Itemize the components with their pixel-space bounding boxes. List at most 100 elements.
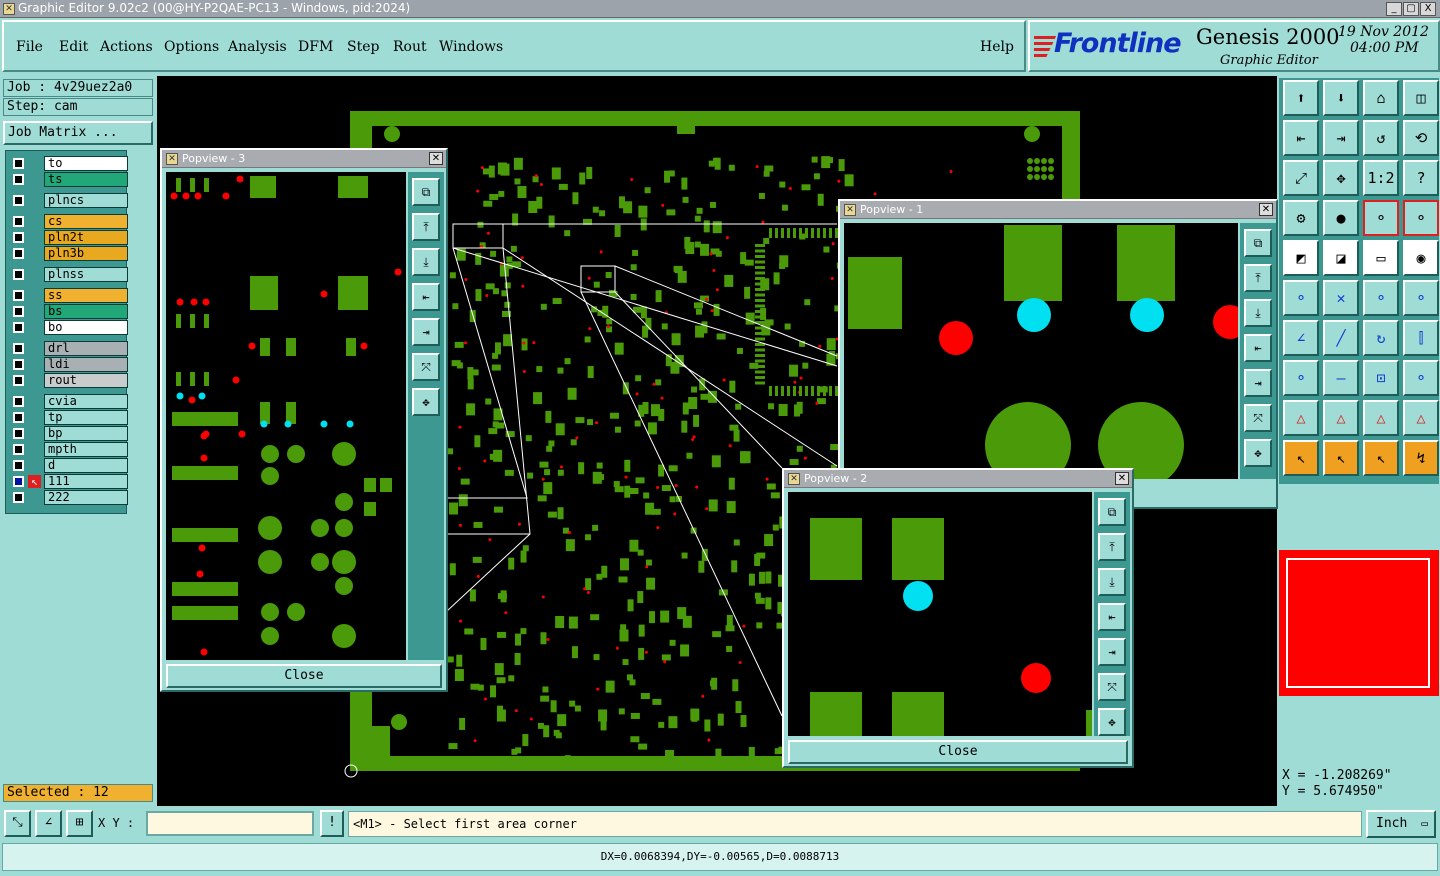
layer-name[interactable]: bp [44, 426, 128, 441]
layer-checkbox[interactable] [13, 248, 24, 259]
snap-icon[interactable]: ⚬ [1283, 360, 1319, 396]
layer-row-plncs[interactable]: plncs [10, 193, 128, 208]
layer-row-d[interactable]: d [10, 458, 128, 473]
line-icon[interactable]: ╱ [1323, 320, 1359, 356]
menu-options[interactable]: Options [164, 39, 219, 55]
fit-all-icon[interactable]: ⤧ [412, 353, 440, 381]
menu-windows[interactable]: Windows [439, 39, 503, 55]
fit-icon[interactable]: ⧉ [1098, 498, 1126, 526]
pan-right-icon[interactable]: ⇥ [1098, 638, 1126, 666]
prev-icon[interactable]: ⇤ [1283, 120, 1319, 156]
popview-3-close-icon[interactable]: ✕ [429, 152, 443, 165]
layer-row-drl[interactable]: drl [10, 341, 128, 356]
outline3-icon[interactable]: △ [1363, 400, 1399, 436]
layer-checkbox[interactable] [13, 412, 24, 423]
popview-2-close-icon[interactable]: ✕ [1115, 472, 1129, 485]
layer-name[interactable]: rout [44, 373, 128, 388]
net2-icon[interactable]: ⚬ [1403, 200, 1439, 236]
menu-step[interactable]: Step [347, 39, 379, 55]
pan-icon[interactable]: ✥ [412, 388, 440, 416]
layer-row-mpth[interactable]: mpth [10, 442, 128, 457]
layer-row-cvia[interactable]: cvia [10, 394, 128, 409]
popview-2-titlebar[interactable]: ✕ Popview - 2 ✕ [784, 470, 1132, 488]
maximize-button[interactable]: ▢ [1403, 2, 1419, 16]
fit-icon[interactable]: ⧉ [412, 178, 440, 206]
cross-icon[interactable]: ✕ [1323, 280, 1359, 316]
layer-checkbox[interactable] [13, 158, 24, 169]
layer-checkbox[interactable] [13, 476, 24, 487]
popview-2-view[interactable] [788, 492, 1092, 736]
outline2-icon[interactable]: △ [1323, 400, 1359, 436]
layer-row-ts[interactable]: ts [10, 172, 128, 187]
save-icon[interactable]: ⬇ [1323, 80, 1359, 116]
pan-left-icon[interactable]: ⇤ [1098, 603, 1126, 631]
zoom-area-icon[interactable]: ⤡ [4, 810, 31, 837]
layer-checkbox[interactable] [13, 375, 24, 386]
layer-name[interactable]: drl [44, 341, 128, 356]
layer-row-pln3b[interactable]: pln3b [10, 246, 128, 261]
xy-input[interactable] [146, 811, 314, 836]
layer-name[interactable]: tp [44, 410, 128, 425]
layer-checkbox[interactable] [13, 290, 24, 301]
layer-checkbox[interactable] [13, 269, 24, 280]
redo-icon[interactable]: ⟲ [1403, 120, 1439, 156]
layer-row-pln2t[interactable]: pln2t [10, 230, 128, 245]
color-icon[interactable]: ◪ [1323, 240, 1359, 276]
popview-2-close-button[interactable]: Close [788, 740, 1128, 764]
pan-icon[interactable]: ✥ [1244, 439, 1272, 467]
layer-row-cs[interactable]: cs [10, 214, 128, 229]
layer-row-bo[interactable]: bo [10, 320, 128, 335]
overview-map[interactable] [1279, 550, 1439, 696]
zoom-in-icon[interactable]: ⤒ [1244, 264, 1272, 292]
net-icon[interactable]: ⚬ [1363, 200, 1399, 236]
home-icon[interactable]: ⌂ [1363, 80, 1399, 116]
layer-checkbox[interactable] [13, 232, 24, 243]
layer-checkbox[interactable] [13, 428, 24, 439]
undo-icon[interactable]: ↺ [1363, 120, 1399, 156]
outline4-icon[interactable]: △ [1403, 400, 1439, 436]
layer-name[interactable]: d [44, 458, 128, 473]
layer-name[interactable]: to [44, 156, 128, 171]
layer-name[interactable]: cvia [44, 394, 128, 409]
popview-3-close-button[interactable]: Close [166, 664, 442, 688]
fit-icon[interactable]: ⧉ [1244, 229, 1272, 257]
popview-3-titlebar[interactable]: ✕ Popview - 3 ✕ [162, 150, 446, 168]
layer-row-bs[interactable]: bs [10, 304, 128, 319]
layer-checkbox[interactable] [13, 322, 24, 333]
layer-checkbox[interactable] [13, 343, 24, 354]
group-icon[interactable]: ⚬ [1403, 360, 1439, 396]
scale-icon[interactable]: 1:2 [1363, 160, 1399, 196]
menu-help[interactable]: Help [980, 39, 1014, 55]
route-icon[interactable]: ↯ [1403, 440, 1439, 476]
layer-checkbox[interactable] [13, 306, 24, 317]
layer-name[interactable]: ldi [44, 357, 128, 372]
job-matrix-button[interactable]: Job Matrix ... [3, 121, 153, 145]
link-icon[interactable]: ⚬ [1403, 280, 1439, 316]
layer-checkbox[interactable] [13, 444, 24, 455]
menu-actions[interactable]: Actions [100, 39, 153, 55]
layer-name[interactable]: bo [44, 320, 128, 335]
snap-grid-icon[interactable]: ⊞ [66, 810, 93, 837]
close-window-button[interactable]: X [1420, 2, 1436, 16]
dash-icon[interactable]: ― [1323, 360, 1359, 396]
layer-name[interactable]: plnss [44, 267, 128, 282]
pan-left-icon[interactable]: ⇤ [412, 283, 440, 311]
outline-icon[interactable]: △ [1283, 400, 1319, 436]
layer-name[interactable]: pln2t [44, 230, 128, 245]
popview-3-view[interactable] [166, 172, 406, 660]
layer-row-222[interactable]: 222 [10, 490, 128, 505]
select3-icon[interactable]: ↖ [1363, 440, 1399, 476]
info-button[interactable]: ! [320, 810, 344, 837]
zoom-in-icon[interactable]: ⤒ [412, 213, 440, 241]
layer-name[interactable]: pln3b [44, 246, 128, 261]
zoom-out-icon[interactable]: ⤓ [412, 248, 440, 276]
settings-icon[interactable]: ⚙ [1283, 200, 1319, 236]
layer-name[interactable]: 222 [44, 490, 128, 505]
layer-checkbox[interactable] [13, 460, 24, 471]
layer-row-111[interactable]: 111 ↖ [10, 474, 128, 489]
ruler-icon[interactable]: ▭ [1363, 240, 1399, 276]
layer-name[interactable]: cs [44, 214, 128, 229]
pan-icon[interactable]: ✥ [1098, 708, 1126, 736]
layer-row-ss[interactable]: ss [10, 288, 128, 303]
measure-icon[interactable]: ∠ [35, 810, 62, 837]
